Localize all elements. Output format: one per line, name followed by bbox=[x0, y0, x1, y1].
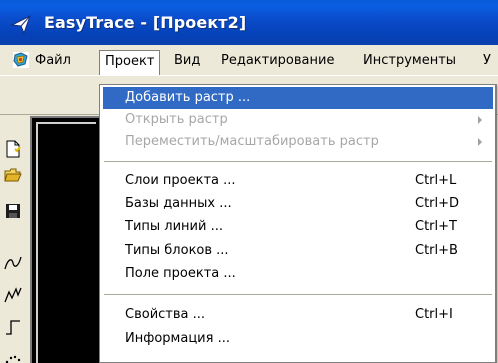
menu-item-shortcut: Ctrl+T bbox=[415, 219, 457, 234]
raster-canvas[interactable] bbox=[30, 116, 100, 363]
open-folder-icon[interactable] bbox=[4, 166, 22, 184]
menu-tools[interactable]: Инструменты bbox=[358, 50, 461, 71]
menu-add-raster[interactable]: Добавить растр ... bbox=[103, 87, 493, 109]
menu-move-scale-raster[interactable]: Переместить/масштабировать растр bbox=[103, 131, 493, 153]
menu-item-label: Поле проекта ... bbox=[125, 266, 236, 281]
menu-item-label: Свойства ... bbox=[125, 307, 206, 322]
menu-project-field[interactable]: Поле проекта ... bbox=[103, 263, 493, 285]
left-toolbar bbox=[0, 118, 26, 363]
menu-item-label: Информация ... bbox=[125, 331, 230, 346]
menu-project[interactable]: Проект bbox=[99, 50, 161, 75]
menu-file[interactable]: Файл bbox=[30, 50, 76, 71]
menu-separator bbox=[104, 294, 492, 295]
menu-edit[interactable]: Редактирование bbox=[216, 50, 339, 71]
canvas-frame-edge bbox=[36, 122, 96, 124]
menu-item-label: Добавить растр ... bbox=[125, 90, 251, 105]
menu-information[interactable]: Информация ... bbox=[103, 328, 493, 350]
menu-item-label: Типы блоков ... bbox=[125, 243, 229, 258]
dotted-tool-icon[interactable] bbox=[4, 348, 22, 363]
polyline-tool-icon[interactable] bbox=[4, 286, 22, 304]
menu-separator bbox=[104, 161, 492, 162]
menu-item-label: Переместить/масштабировать растр bbox=[125, 134, 379, 149]
menu-databases[interactable]: Базы данных ... Ctrl+D bbox=[103, 193, 493, 215]
window-title: EasyTrace - [Проект2] bbox=[44, 13, 247, 32]
app-logo-icon[interactable] bbox=[12, 51, 30, 69]
orthogonal-line-tool-icon[interactable] bbox=[4, 318, 22, 336]
easytrace-app-icon bbox=[10, 14, 31, 35]
menu-item-label: Базы данных ... bbox=[125, 196, 232, 211]
application-window: EasyTrace - [Проект2] Файл Проект Вид Ре… bbox=[0, 0, 498, 363]
menu-item-shortcut: Ctrl+I bbox=[415, 307, 453, 322]
menu-item-shortcut: Ctrl+L bbox=[415, 173, 457, 188]
menu-project-layers[interactable]: Слои проекта ... Ctrl+L bbox=[103, 170, 493, 192]
new-document-icon[interactable] bbox=[4, 140, 22, 158]
menu-item-shortcut: Ctrl+B bbox=[415, 243, 458, 258]
menu-item-label: Слои проекта ... bbox=[125, 173, 236, 188]
save-disk-icon[interactable] bbox=[4, 202, 22, 220]
curve-tool-icon[interactable] bbox=[4, 254, 22, 272]
menu-block-types[interactable]: Типы блоков ... Ctrl+B bbox=[103, 240, 493, 262]
submenu-arrow-icon bbox=[478, 138, 482, 146]
menu-item-shortcut: Ctrl+D bbox=[415, 196, 460, 211]
menu-properties[interactable]: Свойства ... Ctrl+I bbox=[103, 304, 493, 326]
project-menu-dropdown: Добавить растр ... Открыть растр Перемес… bbox=[99, 84, 497, 363]
submenu-arrow-icon bbox=[478, 116, 482, 124]
menu-line-types[interactable]: Типы линий ... Ctrl+T bbox=[103, 216, 493, 238]
menu-view[interactable]: Вид bbox=[169, 50, 205, 71]
menu-item-label: Типы линий ... bbox=[125, 219, 223, 234]
title-bar[interactable]: EasyTrace - [Проект2] bbox=[0, 0, 498, 45]
menu-more[interactable]: У bbox=[478, 50, 496, 71]
menu-item-label: Открыть растр bbox=[125, 112, 228, 127]
canvas-frame-edge bbox=[36, 122, 38, 363]
menu-open-raster[interactable]: Открыть растр bbox=[103, 109, 493, 131]
